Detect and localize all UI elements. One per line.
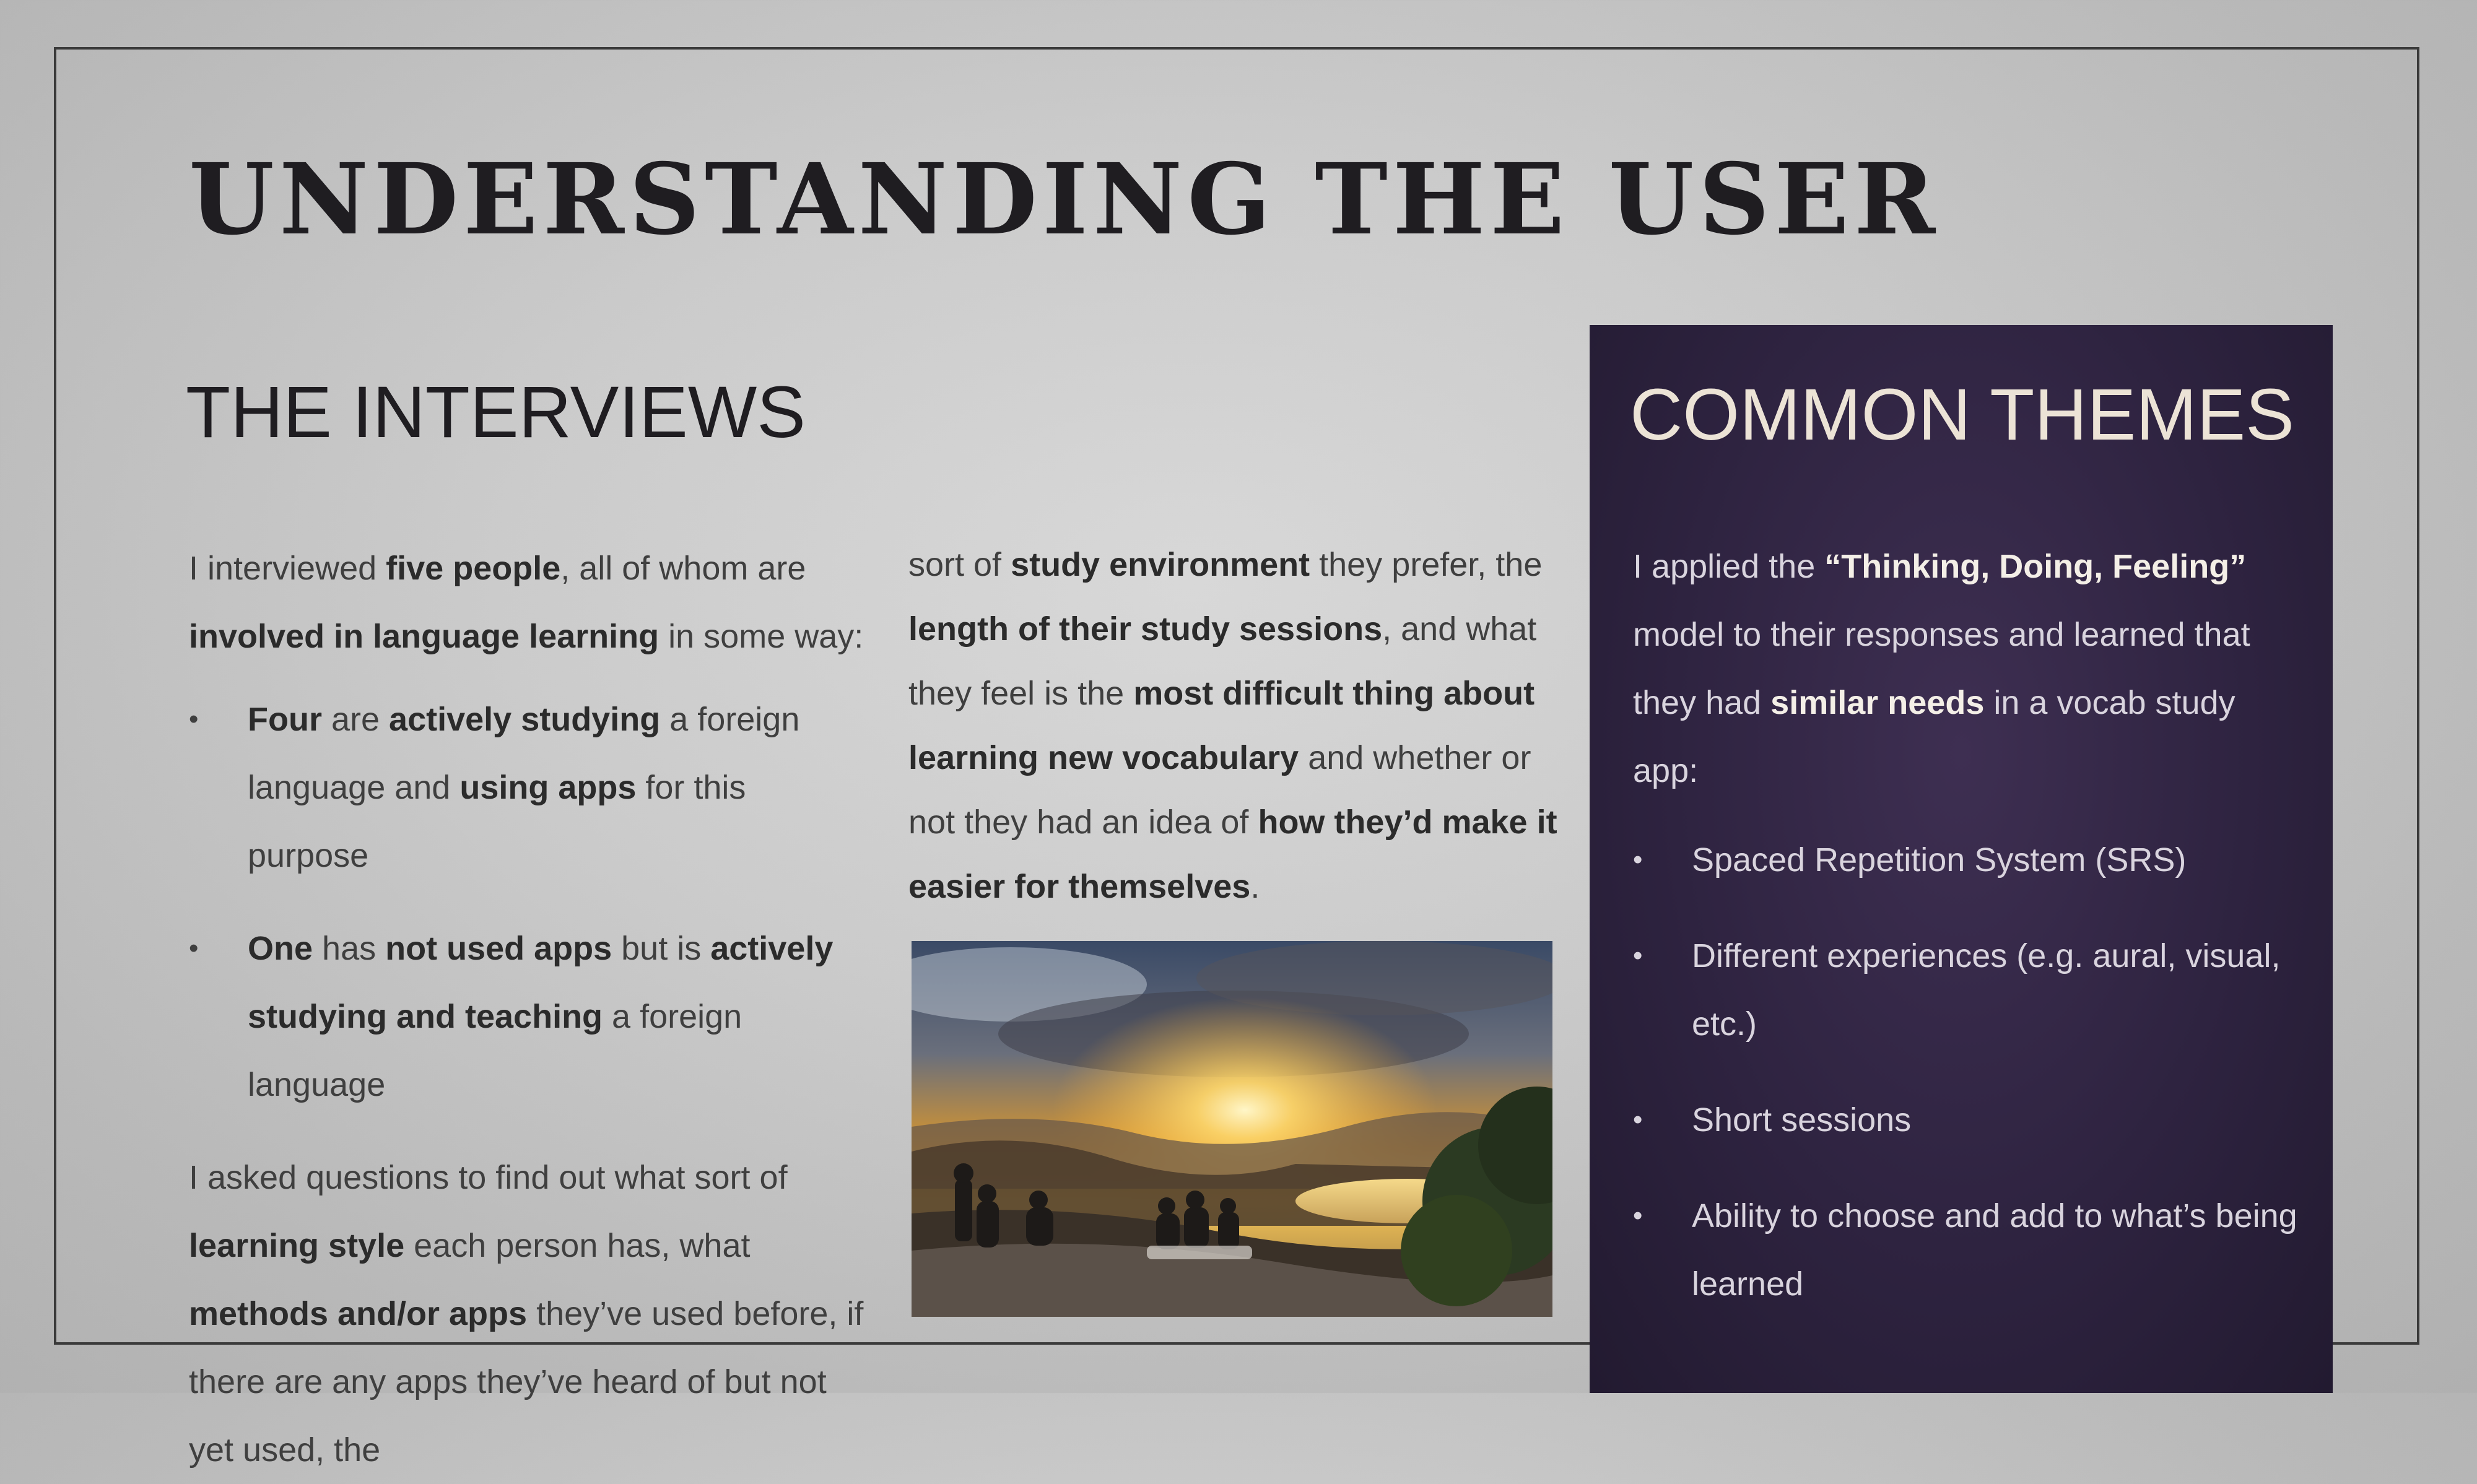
emphasis-text: not used apps <box>385 930 612 967</box>
interviews-bullet-list: • Four are actively studying a foreign la… <box>189 685 870 1119</box>
emphasis-text: learning style <box>189 1227 405 1264</box>
interviews-bullet: • One has not used apps but is actively s… <box>189 914 870 1119</box>
bullet-dot: • <box>189 704 199 734</box>
theme-item-text: Short sessions <box>1692 1101 1912 1139</box>
body-text: in some way: <box>659 618 864 655</box>
interviews-bullet-text: Four are actively studying a foreign lan… <box>248 701 799 874</box>
body-text: I applied the <box>1633 548 1825 585</box>
body-text: each person has, what <box>404 1227 751 1264</box>
slide-title: UNDERSTANDING THE USER <box>189 142 1941 257</box>
bullet-dot: • <box>1633 1104 1643 1135</box>
interviews-bullet: • Four are actively studying a foreign la… <box>189 685 870 890</box>
theme-item: • Different experiences (e.g. aural, visu… <box>1633 922 2302 1058</box>
common-themes-intro: I applied the “Thinking, Doing, Feeling”… <box>1633 532 2302 805</box>
emphasis-text: study environment <box>1011 546 1310 583</box>
emphasis-text: similar needs <box>1770 684 1985 721</box>
body-text: they prefer, the <box>1310 546 1543 583</box>
emphasis-text: Four <box>248 701 322 738</box>
common-themes-heading: COMMON THEMES <box>1630 374 2294 456</box>
theme-item-text: Ability to choose and add to what’s bein… <box>1692 1197 2297 1303</box>
interviews-intro: I interviewed five people, all of whom a… <box>189 534 870 670</box>
body-text: has <box>313 930 386 967</box>
body-text: are <box>321 701 390 738</box>
emphasis-text: five people <box>386 550 561 587</box>
emphasis-text: methods and/or apps <box>189 1295 528 1332</box>
body-text: I asked questions to find out what sort … <box>189 1159 788 1196</box>
common-themes-panel: COMMON THEMES I applied the “Thinking, D… <box>1590 325 2333 1393</box>
body-text: but is <box>612 930 711 967</box>
body-text: I interviewed <box>189 550 386 587</box>
emphasis-text: using apps <box>459 769 637 806</box>
interviews-questions-continued: sort of study environment they prefer, t… <box>908 532 1571 919</box>
emphasis-text: “Thinking, Doing, Feeling” <box>1824 548 2247 585</box>
interviews-column-right: sort of study environment they prefer, t… <box>908 532 1571 919</box>
body-text: , all of whom are <box>560 550 806 587</box>
common-themes-body: I applied the “Thinking, Doing, Feeling”… <box>1633 532 2302 1346</box>
theme-item: • Spaced Repetition System (SRS) <box>1633 826 2302 894</box>
sunset-group-photo <box>912 941 1552 1317</box>
emphasis-text: actively studying <box>389 701 661 738</box>
interviews-column-left: I interviewed five people, all of whom a… <box>189 534 870 1484</box>
theme-item-text: Spaced Repetition System (SRS) <box>1692 841 2187 879</box>
emphasis-text: involved in language learning <box>189 618 660 655</box>
common-themes-list: • Spaced Repetition System (SRS) • Differe… <box>1633 826 2302 1318</box>
body-text: . <box>1250 868 1260 905</box>
bullet-dot: • <box>1633 844 1643 875</box>
theme-item: • Ability to choose and add to what’s bei… <box>1633 1182 2302 1318</box>
interviews-questions: I asked questions to find out what sort … <box>189 1143 870 1484</box>
bullet-dot: • <box>1633 1200 1643 1231</box>
body-text: sort of <box>908 546 1011 583</box>
theme-item-text: Different experiences (e.g. aural, visua… <box>1692 937 2281 1043</box>
bullet-dot: • <box>1633 940 1643 971</box>
bullet-dot: • <box>189 933 199 963</box>
interviews-heading: THE INTERVIEWS <box>186 371 806 453</box>
theme-item: • Short sessions <box>1633 1086 2302 1154</box>
interviews-bullet-text: One has not used apps but is actively st… <box>248 930 833 1103</box>
emphasis-text: length of their study sessions <box>908 610 1383 648</box>
emphasis-text: One <box>248 930 313 967</box>
